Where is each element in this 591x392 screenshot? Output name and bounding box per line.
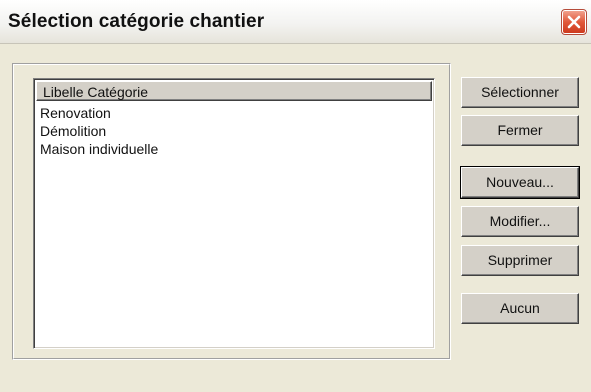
close-button[interactable]: Fermer — [461, 115, 579, 146]
category-listbox[interactable]: Libelle Catégorie Renovation Démolition … — [33, 78, 435, 349]
list-item[interactable]: Maison individuelle — [40, 140, 158, 158]
close-button-label: Fermer — [497, 122, 543, 138]
close-icon — [567, 15, 581, 29]
edit-button-label: Modifier... — [489, 213, 551, 229]
none-button[interactable]: Aucun — [461, 293, 579, 324]
column-header-libelle[interactable]: Libelle Catégorie — [36, 81, 432, 101]
title-bar[interactable]: Sélection catégorie chantier — [0, 0, 591, 44]
category-list: Renovation Démolition Maison individuell… — [40, 104, 158, 158]
new-button-label: Nouveau... — [486, 174, 554, 190]
close-window-button[interactable] — [561, 9, 587, 35]
list-item[interactable]: Démolition — [40, 122, 158, 140]
delete-button-label: Supprimer — [487, 252, 553, 268]
new-button[interactable]: Nouveau... — [460, 166, 580, 199]
select-button-label: Sélectionner — [481, 84, 559, 100]
delete-button[interactable]: Supprimer — [461, 245, 579, 276]
window-title: Sélection catégorie chantier — [8, 11, 265, 32]
none-button-label: Aucun — [500, 300, 540, 316]
select-button[interactable]: Sélectionner — [461, 77, 579, 108]
list-item[interactable]: Renovation — [40, 104, 158, 122]
column-header-label: Libelle Catégorie — [43, 84, 149, 100]
dialog-window: Sélection catégorie chantier Libelle Cat… — [0, 0, 591, 392]
edit-button[interactable]: Modifier... — [461, 206, 579, 237]
